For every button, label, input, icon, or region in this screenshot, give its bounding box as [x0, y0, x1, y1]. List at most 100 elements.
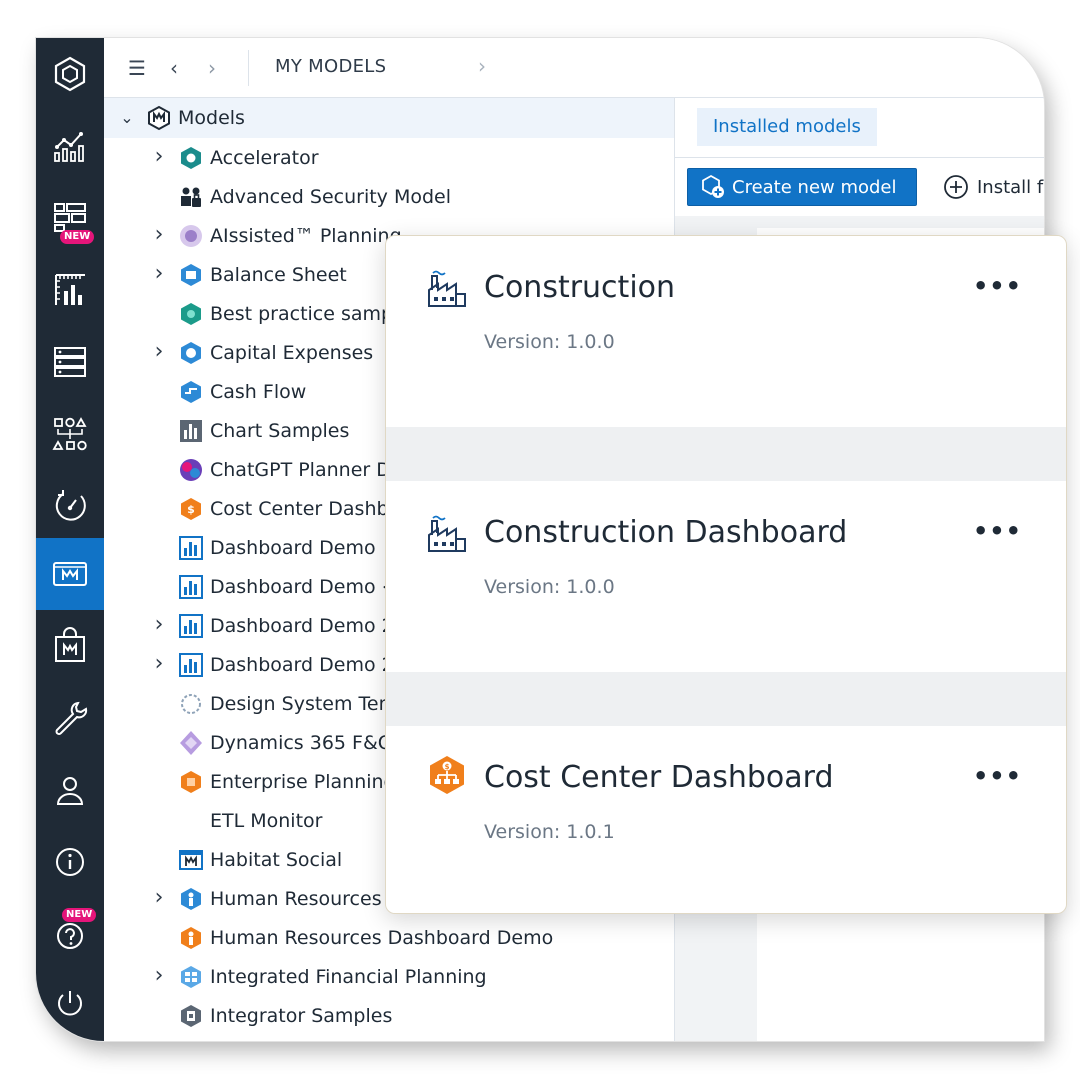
chevron-right-icon[interactable]: ›	[151, 887, 167, 909]
cost-center-icon: $	[430, 756, 464, 794]
models-root-icon	[148, 105, 170, 131]
tab-installed-models[interactable]: Installed models	[697, 108, 877, 146]
model-card[interactable]: Construction Version: 1.0.0 •••	[386, 236, 1066, 427]
new-badge: NEW	[60, 230, 95, 244]
add-model-icon	[702, 174, 724, 198]
tree-item[interactable]: ChatGPT Planner D	[178, 450, 391, 489]
rail-help[interactable]: NEW	[36, 898, 104, 970]
rail-power[interactable]	[36, 968, 104, 1040]
forward-chevron-icon[interactable]: ›	[208, 56, 216, 80]
tree-item[interactable]: ETL Monitor	[178, 801, 322, 840]
tree-item[interactable]: Dashboard Demo 2	[178, 645, 394, 684]
rail-models[interactable]	[36, 538, 104, 610]
tree-item[interactable]: Dashboard Demo <	[178, 567, 398, 606]
panel-actions: Create new model Install f	[675, 158, 1044, 216]
svg-text:$: $	[187, 503, 195, 516]
rail-tools[interactable]	[36, 682, 104, 754]
habitat-icon	[179, 849, 203, 870]
rail-marketplace[interactable]	[36, 610, 104, 682]
enterprise-icon	[181, 770, 201, 793]
card-more-menu-icon[interactable]: •••	[973, 764, 1022, 788]
tree-item[interactable]: Enterprise Planning	[178, 762, 396, 801]
tree-item-label: Enterprise Planning	[210, 770, 396, 793]
tree-item[interactable]: Integrator Samples	[178, 996, 392, 1035]
tree-root-row[interactable]: ⌄ Models	[104, 98, 674, 138]
tree-item[interactable]: Human Resources	[178, 879, 382, 918]
tree-item[interactable]: Integrated Financial Planning	[178, 957, 487, 996]
tree-item[interactable]: Dashboard Demo 2	[178, 606, 394, 645]
tree-item-label: Dashboard Demo 2	[210, 653, 394, 676]
tree-item[interactable]: Human Resources Dashboard Demo	[178, 918, 553, 957]
card-version: Version: 1.0.1	[484, 821, 615, 843]
tree-item[interactable]: Balance Sheet	[178, 255, 347, 294]
workflow-icon	[52, 417, 87, 451]
model-card[interactable]: Construction Dashboard Version: 1.0.0 ••…	[386, 481, 1066, 672]
tree-item-label: Capital Expenses	[210, 341, 374, 364]
tree-item-label: Dashboard Demo	[210, 536, 376, 559]
chevron-right-icon[interactable]: ›	[151, 653, 167, 675]
tree-item[interactable]: AIssisted™ Planning	[178, 216, 402, 255]
hexagon-logo-icon	[54, 56, 86, 92]
card-title: Construction	[484, 270, 676, 305]
rail-reports[interactable]	[36, 254, 104, 326]
tree-item-label: Cost Center Dashbo	[210, 497, 401, 520]
create-new-model-button[interactable]: Create new model	[687, 168, 917, 206]
hr-dashboard-icon	[181, 926, 201, 949]
tree-item[interactable]: Dynamics 365 F&O	[178, 723, 393, 762]
top-toolbar: ☰ ‹ › MY MODELS ›	[104, 38, 1044, 98]
rail-data-sources[interactable]	[36, 326, 104, 398]
info-icon	[56, 848, 84, 876]
dashboard-icon	[179, 652, 203, 677]
back-chevron-icon[interactable]: ‹	[170, 56, 178, 80]
tree-item[interactable]: Design System Tem	[178, 684, 397, 723]
breadcrumb[interactable]: MY MODELS	[275, 56, 386, 77]
rail-workflow[interactable]	[36, 398, 104, 470]
rail-dashboards[interactable]: NEW	[36, 182, 104, 254]
chevron-right-icon[interactable]: ›	[151, 341, 167, 363]
tree-root-label: Models	[178, 107, 245, 129]
tree-item[interactable]: Advanced Security Model	[178, 177, 451, 216]
card-version: Version: 1.0.0	[484, 331, 615, 353]
accelerator-icon	[181, 146, 201, 169]
ai-planning-icon	[180, 224, 202, 247]
chevron-right-icon[interactable]: ›	[151, 263, 167, 285]
tree-item[interactable]: $ Cost Center Dashbo	[178, 489, 400, 528]
chevron-right-icon[interactable]: ›	[151, 614, 167, 636]
rail-user[interactable]	[36, 754, 104, 826]
tree-item[interactable]: Cash Flow	[178, 372, 306, 411]
tree-item-label: Best practice samp	[210, 302, 394, 325]
hamburger-menu-icon[interactable]: ☰	[128, 56, 146, 80]
install-button[interactable]: Install f	[943, 168, 1043, 206]
balance-sheet-icon	[181, 263, 201, 286]
hr-icon	[181, 887, 201, 910]
factory-icon	[428, 270, 466, 307]
tree-item[interactable]: Chart Samples	[178, 411, 349, 450]
card-more-menu-icon[interactable]: •••	[973, 519, 1022, 543]
rail-home[interactable]	[36, 38, 104, 110]
install-button-label: Install f	[977, 176, 1044, 198]
tree-item[interactable]: Best practice samp	[178, 294, 393, 333]
tools-icon	[55, 701, 88, 735]
rail-analytics[interactable]	[36, 110, 104, 182]
tree-item-label: ChatGPT Planner D	[210, 458, 391, 481]
tree-item[interactable]: Capital Expenses	[178, 333, 373, 372]
new-badge: NEW	[62, 908, 97, 922]
best-practice-icon	[181, 302, 201, 325]
card-more-menu-icon[interactable]: •••	[973, 274, 1022, 298]
chart-samples-icon	[180, 419, 202, 442]
marketplace-icon	[55, 627, 85, 662]
rail-info[interactable]	[36, 826, 104, 898]
chevron-down-icon[interactable]: ⌄	[119, 108, 135, 127]
card-version: Version: 1.0.0	[484, 576, 615, 598]
tree-item-label: Dynamics 365 F&O	[210, 731, 393, 754]
tree-item[interactable]: Dashboard Demo	[178, 528, 376, 567]
model-card[interactable]: $ Cost Center Dashboard Version: 1.0.1 •…	[386, 726, 1066, 913]
chevron-right-icon[interactable]: ›	[151, 224, 167, 246]
tree-item-label: Human Resources	[210, 887, 382, 910]
chevron-right-icon[interactable]: ›	[151, 146, 167, 168]
tree-item[interactable]: Accelerator	[178, 138, 319, 177]
tree-item[interactable]: Habitat Social	[178, 840, 342, 879]
rail-monitor[interactable]	[36, 470, 104, 542]
chevron-right-icon[interactable]: ›	[151, 965, 167, 987]
data-sources-icon	[54, 347, 86, 377]
